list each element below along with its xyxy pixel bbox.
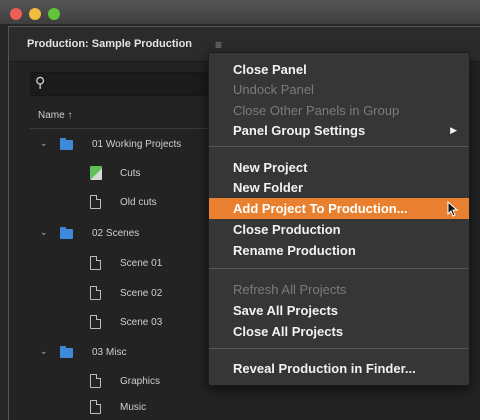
folder-icon [60, 138, 73, 150]
menu-item-label: Undock Panel [233, 82, 314, 97]
tree-row-label: Graphics [120, 376, 161, 387]
menu-item-label: Save All Projects [233, 303, 339, 318]
menu-item-label: Close All Projects [233, 324, 344, 339]
tree-row-project[interactable]: Old cuts [30, 191, 230, 215]
tree-row-label: Cuts [120, 168, 141, 179]
menu-item-label: Close Production [233, 222, 341, 237]
tree-row-folder[interactable]: ⌄ 02 Scenes [30, 222, 230, 246]
menu-item-undock-panel: Undock Panel [209, 79, 469, 100]
zoom-window-button[interactable] [48, 8, 60, 20]
tree-row-label: Scene 01 [120, 258, 163, 269]
title-bar [0, 0, 480, 24]
menu-item-label: Reveal Production in Finder... [233, 361, 416, 376]
menu-item-close-panel[interactable]: Close Panel [209, 59, 469, 80]
search-input[interactable]: ⚲ [30, 72, 232, 96]
panel-menu-icon[interactable]: ≡ [215, 38, 222, 52]
tree-row-label: Scene 02 [120, 288, 163, 299]
menu-item-label: Add Project To Production... [233, 201, 408, 216]
document-icon [90, 286, 101, 300]
tree-row-label: Old cuts [120, 197, 157, 208]
folder-icon [60, 346, 73, 358]
chevron-down-icon[interactable]: ⌄ [40, 227, 48, 238]
chevron-down-icon[interactable]: ⌄ [40, 346, 48, 357]
menu-item-reveal-production-in-finder[interactable]: Reveal Production in Finder... [209, 358, 469, 379]
menu-item-close-other-panels: Close Other Panels in Group [209, 100, 469, 121]
tree-row-project[interactable]: Scene 02 [30, 282, 230, 306]
tree-row-folder[interactable]: ⌄ 03 Misc [30, 341, 230, 365]
tree-row-label: 01 Working Projects [92, 139, 182, 150]
menu-item-label: Refresh All Projects [233, 282, 347, 297]
tree-row-project[interactable]: Graphics [30, 370, 230, 394]
tree-row-project[interactable]: Cuts [30, 162, 230, 186]
menu-item-refresh-all-projects: Refresh All Projects [209, 279, 469, 300]
menu-item-new-project[interactable]: New Project [209, 157, 469, 178]
production-project-icon [90, 166, 102, 180]
close-window-button[interactable] [10, 8, 22, 20]
menu-separator [209, 268, 469, 269]
panel-title[interactable]: Production: Sample Production [27, 38, 192, 50]
header-divider [30, 128, 230, 129]
tree-row-label: 02 Scenes [92, 228, 140, 239]
menu-item-add-project-to-production[interactable]: Add Project To Production... [209, 198, 469, 219]
minimize-window-button[interactable] [29, 8, 41, 20]
app-window: Production: Sample Production ≡ ⚲ Name ↑… [0, 0, 480, 420]
menu-item-label: New Project [233, 160, 308, 175]
menu-separator [209, 348, 469, 349]
menu-item-close-production[interactable]: Close Production [209, 219, 469, 240]
tree-row-label: Scene 03 [120, 317, 163, 328]
panel-context-menu: Close Panel Undock Panel Close Other Pan… [208, 52, 470, 386]
menu-item-label: Panel Group Settings [233, 123, 366, 138]
menu-item-save-all-projects[interactable]: Save All Projects [209, 300, 469, 321]
menu-item-panel-group-settings[interactable]: Panel Group Settings ▶ [209, 120, 469, 141]
tree-row-folder[interactable]: ⌄ 01 Working Projects [30, 133, 230, 157]
menu-item-label: Close Other Panels in Group [233, 103, 400, 118]
tree-row-project[interactable]: Music [30, 396, 230, 420]
menu-item-rename-production[interactable]: Rename Production [209, 240, 469, 261]
menu-item-new-folder[interactable]: New Folder [209, 177, 469, 198]
tree-row-label: 03 Misc [92, 347, 127, 358]
menu-separator [209, 146, 469, 147]
submenu-arrow-icon: ▶ [450, 125, 457, 135]
document-icon [90, 195, 101, 209]
document-icon [90, 400, 101, 414]
folder-icon [60, 227, 73, 239]
tree-row-project[interactable]: Scene 03 [30, 311, 230, 335]
menu-item-label: New Folder [233, 180, 304, 195]
name-column-header[interactable]: Name ↑ [38, 110, 72, 121]
tree-row-project[interactable]: Scene 01 [30, 252, 230, 276]
mouse-cursor-icon [447, 201, 459, 217]
menu-item-label: Close Panel [233, 62, 307, 77]
search-icon: ⚲ [35, 74, 46, 90]
menu-item-label: Rename Production [233, 243, 356, 258]
document-icon [90, 315, 101, 329]
chevron-down-icon[interactable]: ⌄ [40, 138, 48, 149]
tree-row-label: Music [120, 402, 147, 413]
menu-item-close-all-projects[interactable]: Close All Projects [209, 321, 469, 342]
document-icon [90, 374, 101, 388]
document-icon [90, 256, 101, 270]
